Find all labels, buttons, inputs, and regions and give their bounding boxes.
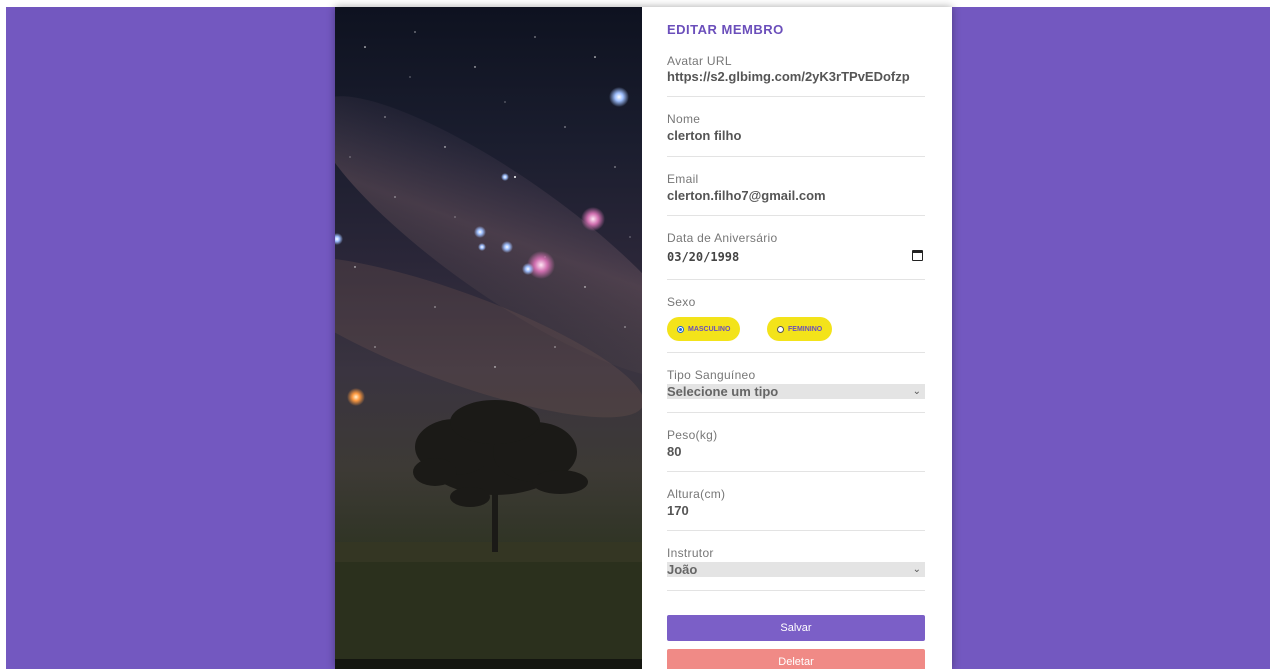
edit-member-form: EDITAR MEMBRO Avatar URL https://s2.glbi… [667,7,925,669]
radio-masculino[interactable]: MASCULINO [667,317,741,341]
email-input[interactable]: clerton.filho7@gmail.com [667,188,925,203]
avatar-url-field[interactable]: Avatar URL https://s2.glbimg.com/2yK3rTP… [667,54,925,97]
sex-field: Sexo MASCULINO FEMININO [667,295,925,353]
name-field[interactable]: Nome clerton filho [667,112,925,157]
height-input[interactable]: 170 [667,503,925,518]
night-sky-illustration [335,31,642,669]
night-sky-photo [335,7,642,669]
birthday-label: Data de Aniversário [667,231,778,245]
blood-type-field: Tipo Sanguíneo Selecione um tipo ⌄ [667,368,925,413]
weight-label: Peso(kg) [667,428,718,442]
name-label: Nome [667,112,701,126]
chevron-down-icon: ⌄ [912,386,921,397]
radio-feminino-dot[interactable] [777,325,784,333]
height-field[interactable]: Altura(cm) 170 [667,487,925,531]
radio-masculino-label: MASCULINO [688,325,731,333]
radio-masculino-dot[interactable] [677,325,684,333]
birthday-input[interactable]: 03/20/1998 [667,250,925,264]
edit-member-card: EDITAR MEMBRO Avatar URL https://s2.glbi… [335,7,952,669]
email-label: Email [667,172,699,186]
weight-field[interactable]: Peso(kg) 80 [667,428,925,472]
radio-feminino[interactable]: FEMININO [767,317,833,341]
blood-type-select[interactable]: Selecione um tipo ⌄ [667,384,925,399]
instructor-select[interactable]: João ⌄ [667,562,925,577]
height-label: Altura(cm) [667,487,726,501]
delete-button[interactable]: Deletar [667,649,925,669]
instructor-selected: João [667,562,698,577]
sex-label: Sexo [667,295,696,309]
chevron-down-icon: ⌄ [912,564,921,575]
page-background: EDITAR MEMBRO Avatar URL https://s2.glbi… [6,7,1270,669]
instructor-field: Instrutor João ⌄ [667,546,925,591]
birthday-field[interactable]: Data de Aniversário 03/20/1998 [667,231,925,280]
name-input[interactable]: clerton filho [667,128,925,143]
blood-type-selected: Selecione um tipo [667,384,779,399]
email-field[interactable]: Email clerton.filho7@gmail.com [667,172,925,216]
form-title: EDITAR MEMBRO [667,22,784,37]
weight-input[interactable]: 80 [667,444,925,459]
radio-feminino-label: FEMININO [788,325,823,333]
calendar-icon[interactable] [912,250,923,261]
blood-type-label: Tipo Sanguíneo [667,368,756,382]
save-button[interactable]: Salvar [667,615,925,641]
avatar-url-label: Avatar URL [667,54,732,68]
instructor-label: Instrutor [667,546,714,560]
avatar-url-input[interactable]: https://s2.glbimg.com/2yK3rTPvEDofzp [667,69,925,84]
